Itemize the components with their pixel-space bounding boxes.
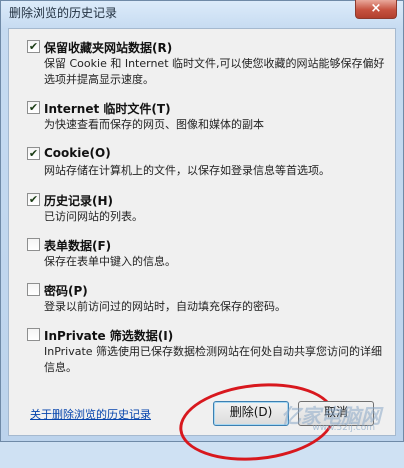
option-description: 登录以前访问过的网站时，自动填充保存的密码。 [44,300,286,313]
option-label: 密码(P) [44,284,88,298]
option-label: Cookie(O) [44,146,111,160]
checkbox-cookies[interactable]: ✔ [27,147,40,160]
option-label: Internet 临时文件(T) [44,102,171,116]
checkbox-favorites-data[interactable]: ✔ [27,40,40,53]
option-description: 保留 Cookie 和 Internet 临时文件,可以使您收藏的网站能够保存偏… [44,57,385,86]
checkbox-history[interactable]: ✔ [27,193,40,206]
option-label: 保留收藏夹网站数据(R) [44,41,173,55]
title-bar: 删除浏览的历史记录 × [1,0,403,23]
window-title: 删除浏览的历史记录 [9,6,118,20]
about-delete-history-link[interactable]: 关于删除浏览的历史记录 [30,406,151,422]
close-button[interactable]: × [355,0,397,19]
option-description: 为快速查看而保存的网页、图像和媒体的副本 [44,118,264,131]
option-label: 表单数据(F) [44,239,112,253]
watermark-url: www.52ij.com [312,423,375,433]
option-description: 已访问网站的列表。 [44,210,143,223]
checkbox-form-data[interactable] [27,238,40,251]
option-description: InPrivate 筛选使用已保存数据检测网站在何处自动共享您访问的详细信息。 [44,345,383,374]
option-label: 历史记录(H) [44,194,114,208]
option-label: InPrivate 筛选数据(I) [44,329,174,343]
option-description: 保存在表单中键入的信息。 [44,255,176,268]
delete-browsing-history-dialog: 删除浏览的历史记录 × ✔ 保留收藏夹网站数据(R) 保留 Cookie 和 I… [0,0,404,468]
delete-button[interactable]: 删除(D) [213,401,289,426]
checkbox-passwords[interactable] [27,283,40,296]
checkbox-temp-files[interactable]: ✔ [27,101,40,114]
checkbox-inprivate-data[interactable] [27,328,40,341]
option-description: 网站存储在计算机上的文件，以保存如登录信息等首选项。 [44,164,330,177]
dialog-content: ✔ 保留收藏夹网站数据(R) 保留 Cookie 和 Internet 临时文件… [8,28,396,468]
